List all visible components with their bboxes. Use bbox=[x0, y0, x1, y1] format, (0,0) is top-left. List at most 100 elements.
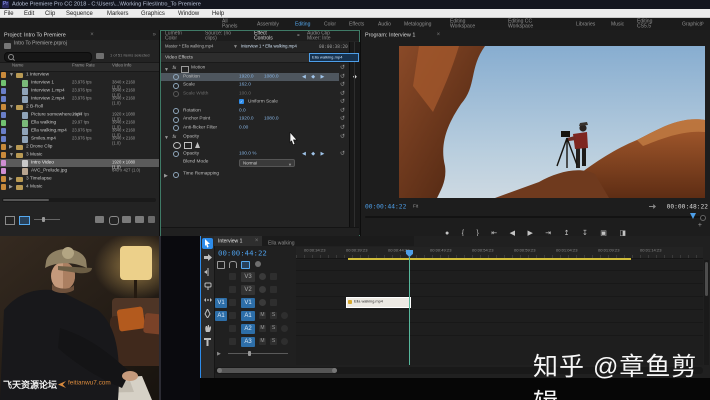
workspace-tab-metalogging[interactable]: Metalogging bbox=[404, 21, 431, 26]
effect-keyframe-timeline[interactable]: ◆ bbox=[349, 42, 360, 235]
tab-sequence-interview1[interactable]: Interview 1 × bbox=[214, 236, 262, 246]
panel-overflow-icon[interactable]: » bbox=[153, 32, 156, 38]
menu-item-sequence[interactable]: Sequence bbox=[66, 10, 93, 16]
antiflicker-value[interactable]: 0.00 bbox=[239, 125, 248, 130]
tab-source-monitor[interactable]: Source: (no clips) bbox=[205, 31, 236, 41]
menu-item-markers[interactable]: Markers bbox=[107, 10, 128, 16]
close-icon[interactable]: × bbox=[255, 238, 259, 244]
project-row-sequence[interactable]: Ella walking29.97 fps3840 x 2160 (1.0) bbox=[0, 119, 159, 127]
project-row-clip[interactable]: Picture somewhere.mp429.97 fps1920 x 108… bbox=[0, 111, 159, 119]
master-volume-handle[interactable] bbox=[248, 351, 251, 356]
new-bin-icon[interactable] bbox=[122, 216, 131, 223]
track-name-v2[interactable]: V2 bbox=[241, 285, 255, 295]
project-row-folder[interactable]: ▼3 Music bbox=[0, 151, 159, 159]
delete-icon[interactable] bbox=[148, 216, 155, 223]
tab-project[interactable]: Project: Intro To Premiere bbox=[4, 32, 66, 37]
pen-mask-icon[interactable] bbox=[195, 142, 200, 148]
opacity-value[interactable]: 100.0 % bbox=[239, 151, 256, 156]
panel-menu-icon[interactable]: ≡ bbox=[297, 34, 300, 38]
search-input[interactable] bbox=[4, 52, 92, 62]
effect-anchor-point-row[interactable]: Anchor Point 1920.0 1080.0 ↺ bbox=[161, 115, 349, 123]
scrollbar-thumb[interactable] bbox=[217, 368, 337, 373]
project-row-selected[interactable]: Intro Video1920 x 1080 (1.0) bbox=[0, 159, 159, 167]
eye-icon[interactable] bbox=[259, 273, 266, 280]
effect-uniform-scale-row[interactable]: ✓ Uniform Scale ↺ bbox=[161, 98, 349, 106]
reset-icon[interactable]: ↺ bbox=[340, 150, 345, 158]
effect-opacity-value-row[interactable]: Opacity 100.0 % ◀ ◆ ▶ ↺ bbox=[161, 150, 349, 158]
list-view-icon[interactable] bbox=[5, 216, 15, 225]
twirl-down-icon[interactable]: ▼ bbox=[9, 72, 14, 78]
stopwatch-icon[interactable] bbox=[173, 74, 179, 80]
track-name-a3[interactable]: A3 bbox=[241, 337, 255, 347]
solo-button[interactable]: S bbox=[270, 312, 277, 319]
bin-filter-icon[interactable] bbox=[96, 53, 104, 59]
close-icon[interactable]: × bbox=[90, 32, 94, 38]
lock-icon[interactable] bbox=[229, 325, 236, 332]
effect-antiflicker-row[interactable]: Anti-flicker Filter 0.00 ↺ bbox=[161, 124, 349, 132]
track-toggle-icon[interactable] bbox=[270, 299, 277, 306]
twirl-right-icon[interactable]: ▶ bbox=[9, 184, 13, 190]
scrollbar-thumb[interactable] bbox=[705, 262, 708, 296]
menu-item-graphics[interactable]: Graphics bbox=[141, 10, 165, 16]
slip-tool[interactable] bbox=[202, 294, 213, 305]
project-row-folder[interactable]: ▶2 Drone Clip bbox=[0, 143, 159, 151]
blend-mode-dropdown[interactable]: Normal ▼ bbox=[239, 159, 295, 167]
workspace-tab-all-panels[interactable]: All Panels bbox=[222, 19, 241, 29]
stopwatch-icon[interactable] bbox=[173, 125, 179, 131]
type-tool[interactable] bbox=[202, 336, 213, 347]
menu-item-file[interactable]: File bbox=[4, 10, 14, 16]
timeline-timecode[interactable]: 00:00:44:22 bbox=[218, 250, 267, 258]
reset-icon[interactable]: ↺ bbox=[340, 133, 345, 141]
effect-motion-row[interactable]: ▼ fx Motion ↺ bbox=[161, 64, 349, 72]
anchor-x-value[interactable]: 1920.0 bbox=[239, 116, 254, 121]
keyframe-nav-icons[interactable]: ◀ ◆ ▶ bbox=[302, 150, 326, 158]
pen-tool[interactable] bbox=[202, 308, 213, 319]
ellipse-mask-icon[interactable] bbox=[173, 142, 181, 149]
mute-button[interactable]: M bbox=[259, 338, 266, 345]
reset-icon[interactable]: ↺ bbox=[340, 107, 345, 115]
settings-wrench-icon[interactable] bbox=[649, 204, 656, 209]
stopwatch-icon[interactable] bbox=[173, 151, 179, 157]
stopwatch-icon[interactable] bbox=[173, 108, 179, 114]
project-horizontal-scrollbar[interactable] bbox=[2, 198, 156, 202]
reset-icon[interactable]: ↺ bbox=[340, 73, 345, 81]
lock-icon[interactable] bbox=[229, 299, 236, 306]
workspace-tab-editing-cs55[interactable]: Editing CS5.5 bbox=[637, 19, 663, 29]
hand-tool[interactable] bbox=[202, 322, 213, 333]
program-scrubber[interactable] bbox=[365, 214, 706, 220]
twirl-down-icon[interactable]: ▼ bbox=[9, 104, 14, 110]
tab-effect-controls[interactable]: Effect Controls bbox=[254, 31, 280, 41]
reset-icon[interactable]: ↺ bbox=[340, 98, 345, 106]
eye-icon[interactable] bbox=[259, 299, 266, 306]
stopwatch-icon[interactable] bbox=[173, 83, 179, 89]
rotation-value[interactable]: 0.0 bbox=[239, 108, 246, 113]
timeline-settings-icon[interactable] bbox=[217, 261, 225, 269]
master-volume-slider[interactable] bbox=[228, 353, 288, 354]
workspace-tab-editing[interactable]: Editing bbox=[295, 21, 310, 26]
stopwatch-icon[interactable] bbox=[173, 172, 179, 178]
selection-tool[interactable] bbox=[202, 238, 213, 249]
reset-icon[interactable]: ↺ bbox=[340, 124, 345, 132]
scale-value[interactable]: 162.0 bbox=[239, 82, 251, 87]
workspace-tab-editing-workspace[interactable]: Editing Workspace bbox=[450, 19, 486, 29]
zoom-slider[interactable] bbox=[34, 219, 60, 220]
workspace-tab-audio[interactable]: Audio bbox=[378, 21, 391, 26]
effect-opacity-header-row[interactable]: ▼ fx Opacity ↺ bbox=[161, 133, 349, 141]
track-name-a1[interactable]: A1 bbox=[241, 311, 255, 321]
twirl-right-icon[interactable]: ▶ bbox=[9, 144, 13, 150]
column-header-video-info[interactable]: Video Info bbox=[112, 63, 131, 67]
track-toggle-icon[interactable] bbox=[270, 273, 277, 280]
twirl-right-icon[interactable]: ▶ bbox=[217, 351, 221, 357]
zoom-handle-left[interactable] bbox=[217, 368, 222, 373]
workspace-tab-editing-cc[interactable]: Editing CC Workspace bbox=[508, 19, 551, 29]
workspace-overflow-chevron-icon[interactable]: » bbox=[700, 20, 704, 27]
zoom-slider-handle[interactable] bbox=[42, 217, 45, 222]
tab-program-monitor[interactable]: Program: Interview 1 bbox=[365, 32, 415, 37]
button-editor-plus-icon[interactable]: + bbox=[698, 222, 702, 229]
project-file-row[interactable]: Intro To Premiere.prproj bbox=[0, 41, 159, 50]
new-item-icon[interactable] bbox=[135, 216, 144, 223]
lock-icon[interactable] bbox=[229, 273, 236, 280]
reset-icon[interactable]: ↺ bbox=[340, 64, 345, 72]
icon-view-icon[interactable] bbox=[19, 216, 30, 225]
solo-button[interactable]: S bbox=[270, 338, 277, 345]
